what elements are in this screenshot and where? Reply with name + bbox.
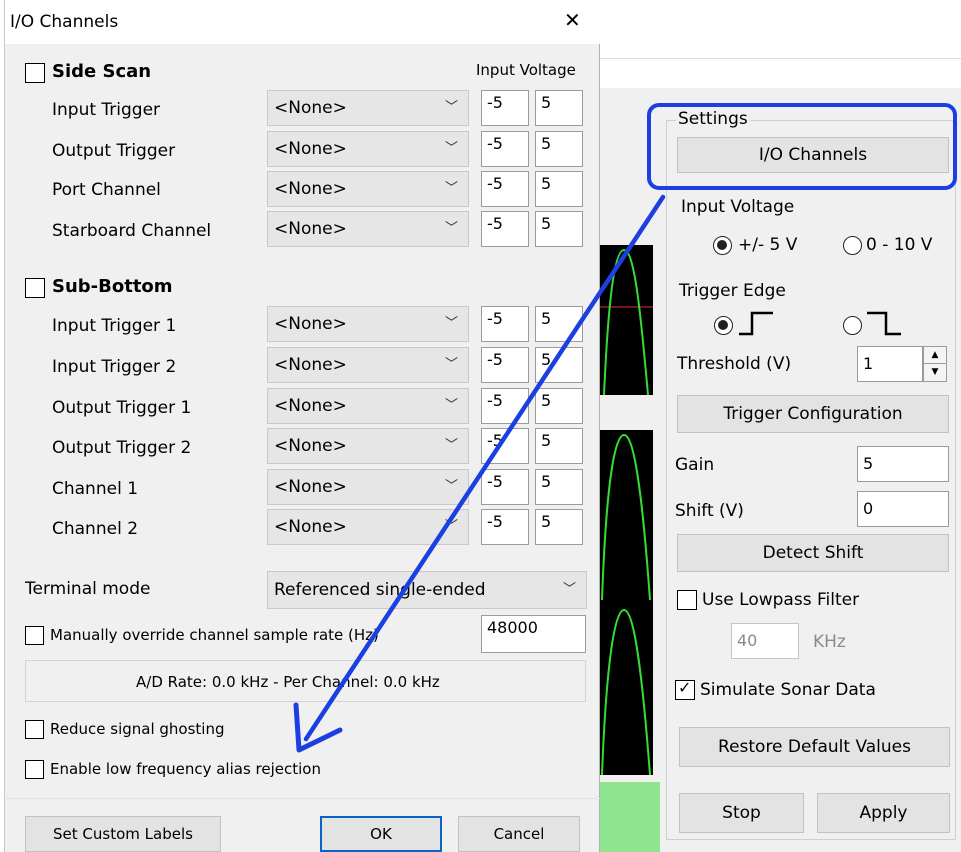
annotation-arrow: [293, 194, 666, 753]
